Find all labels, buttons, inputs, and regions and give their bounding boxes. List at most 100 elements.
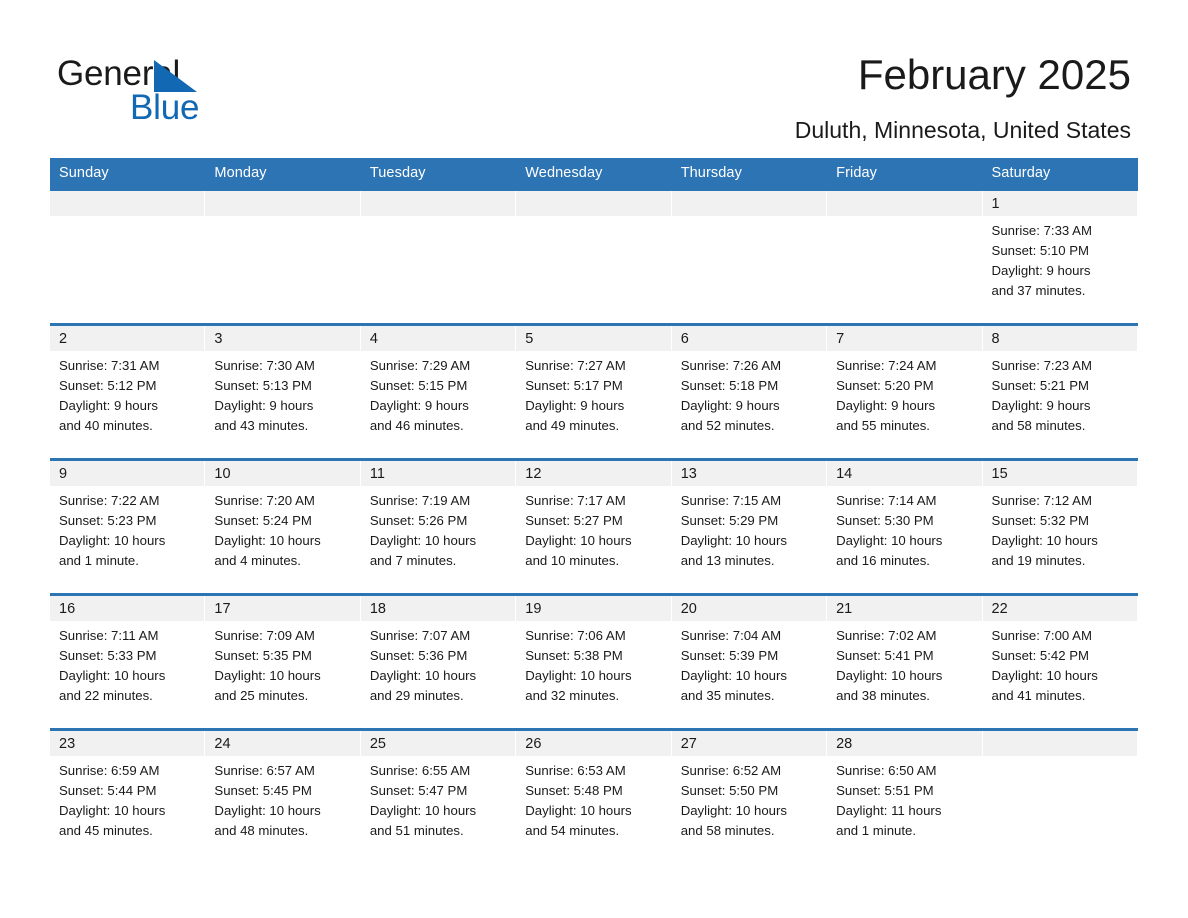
day-number: 28 xyxy=(827,731,983,756)
day-number: 1 xyxy=(982,191,1138,216)
day-cell[interactable] xyxy=(516,188,672,325)
day-cell[interactable] xyxy=(205,188,361,325)
day-cell[interactable] xyxy=(671,188,828,325)
day-cell[interactable]: 21 Sunrise: 7:02 AM Sunset: 5:41 PM Dayli… xyxy=(827,593,983,730)
weekday-header-tuesday: Tuesday xyxy=(360,158,517,190)
generalblue-logo: General Blue xyxy=(57,54,357,134)
day-number: 18 xyxy=(360,596,517,621)
day-cell[interactable]: 6 Sunrise: 7:26 AM Sunset: 5:18 PM Daylig… xyxy=(671,323,828,460)
calendar-week-row: 2 Sunrise: 7:31 AM Sunset: 5:12 PM Daylig… xyxy=(50,323,1138,460)
day-cell[interactable]: 1 Sunrise: 7:33 AM Sunset: 5:10 PM Daylig… xyxy=(982,188,1138,325)
day-cell[interactable]: 25 Sunrise: 6:55 AM Sunset: 5:47 PM Dayli… xyxy=(360,728,517,865)
day-details: Sunrise: 7:20 AM Sunset: 5:24 PM Dayligh… xyxy=(214,493,321,568)
day-details: Sunrise: 7:14 AM Sunset: 5:30 PM Dayligh… xyxy=(836,493,943,568)
day-cell[interactable]: 12 Sunrise: 7:17 AM Sunset: 5:27 PM Dayli… xyxy=(516,458,672,595)
day-number: 22 xyxy=(982,596,1138,621)
day-cell[interactable]: 13 Sunrise: 7:15 AM Sunset: 5:29 PM Dayli… xyxy=(671,458,828,595)
day-details: Sunrise: 7:31 AM Sunset: 5:12 PM Dayligh… xyxy=(59,358,160,433)
day-cell[interactable]: 28 Sunrise: 6:50 AM Sunset: 5:51 PM Dayli… xyxy=(827,728,983,865)
weekday-header-wednesday: Wednesday xyxy=(516,158,672,190)
day-details: Sunrise: 6:55 AM Sunset: 5:47 PM Dayligh… xyxy=(369,763,477,838)
day-cell[interactable]: 9 Sunrise: 7:22 AM Sunset: 5:23 PM Daylig… xyxy=(50,458,206,595)
day-cell[interactable]: 15 Sunrise: 7:12 AM Sunset: 5:32 PM Dayli… xyxy=(982,458,1138,595)
day-details: Sunrise: 7:04 AM Sunset: 5:39 PM Dayligh… xyxy=(680,628,787,703)
weekday-header-monday: Monday xyxy=(205,158,361,190)
calendar-week-row: 1 Sunrise: 7:33 AM Sunset: 5:10 PM Daylig… xyxy=(50,188,1138,325)
weekday-header-saturday: Saturday xyxy=(982,158,1138,190)
day-cell[interactable]: 27 Sunrise: 6:52 AM Sunset: 5:50 PM Dayli… xyxy=(671,728,828,865)
day-cell[interactable]: 8 Sunrise: 7:23 AM Sunset: 5:21 PM Daylig… xyxy=(982,323,1138,460)
day-cell[interactable]: 2 Sunrise: 7:31 AM Sunset: 5:12 PM Daylig… xyxy=(50,323,206,460)
day-number: 13 xyxy=(671,461,828,486)
day-number: 11 xyxy=(360,461,517,486)
day-cell[interactable]: 5 Sunrise: 7:27 AM Sunset: 5:17 PM Daylig… xyxy=(516,323,672,460)
day-details: Sunrise: 7:06 AM Sunset: 5:38 PM Dayligh… xyxy=(525,628,632,703)
day-details xyxy=(516,216,671,221)
day-cell[interactable]: 20 Sunrise: 7:04 AM Sunset: 5:39 PM Dayli… xyxy=(671,593,828,730)
day-number: 26 xyxy=(516,731,672,756)
day-details: Sunrise: 7:02 AM Sunset: 5:41 PM Dayligh… xyxy=(836,628,943,703)
day-details: Sunrise: 7:09 AM Sunset: 5:35 PM Dayligh… xyxy=(214,628,321,703)
day-cell[interactable] xyxy=(360,188,517,325)
day-number: 6 xyxy=(671,326,828,351)
day-cell[interactable]: 19 Sunrise: 7:06 AM Sunset: 5:38 PM Dayli… xyxy=(516,593,672,730)
calendar-week-row: 16 Sunrise: 7:11 AM Sunset: 5:33 PM Dayli… xyxy=(50,593,1138,730)
day-cell[interactable]: 14 Sunrise: 7:14 AM Sunset: 5:30 PM Dayli… xyxy=(827,458,983,595)
day-details: Sunrise: 6:53 AM Sunset: 5:48 PM Dayligh… xyxy=(525,763,632,838)
page-title: February 2025 xyxy=(857,51,1131,98)
calendar-body: 1 Sunrise: 7:33 AM Sunset: 5:10 PM Daylig… xyxy=(50,188,1138,865)
page-header: General Blue February 2025 Duluth, Minne… xyxy=(0,0,1188,158)
day-cell[interactable]: 11 Sunrise: 7:19 AM Sunset: 5:26 PM Dayli… xyxy=(360,458,517,595)
day-cell[interactable]: 26 Sunrise: 6:53 AM Sunset: 5:48 PM Dayli… xyxy=(516,728,672,865)
day-cell[interactable] xyxy=(50,188,206,325)
calendar-week-row: 9 Sunrise: 7:22 AM Sunset: 5:23 PM Daylig… xyxy=(50,458,1138,595)
day-cell[interactable]: 10 Sunrise: 7:20 AM Sunset: 5:24 PM Dayli… xyxy=(205,458,361,595)
day-details: Sunrise: 7:23 AM Sunset: 5:21 PM Dayligh… xyxy=(991,358,1092,433)
day-details xyxy=(361,216,516,221)
day-number xyxy=(982,731,1138,756)
day-number xyxy=(360,191,517,216)
day-cell[interactable] xyxy=(827,188,983,325)
day-cell[interactable]: 23 Sunrise: 6:59 AM Sunset: 5:44 PM Dayli… xyxy=(50,728,206,865)
day-details: Sunrise: 7:19 AM Sunset: 5:26 PM Dayligh… xyxy=(369,493,477,568)
day-number: 23 xyxy=(50,731,206,756)
day-details: Sunrise: 6:52 AM Sunset: 5:50 PM Dayligh… xyxy=(680,763,787,838)
day-cell[interactable]: 16 Sunrise: 7:11 AM Sunset: 5:33 PM Dayli… xyxy=(50,593,206,730)
day-details: Sunrise: 7:15 AM Sunset: 5:29 PM Dayligh… xyxy=(680,493,787,568)
day-cell[interactable]: 24 Sunrise: 6:57 AM Sunset: 5:45 PM Dayli… xyxy=(205,728,361,865)
day-number: 12 xyxy=(516,461,672,486)
day-number: 5 xyxy=(516,326,672,351)
day-details: Sunrise: 7:26 AM Sunset: 5:18 PM Dayligh… xyxy=(680,358,782,433)
day-cell[interactable]: 18 Sunrise: 7:07 AM Sunset: 5:36 PM Dayli… xyxy=(360,593,517,730)
day-number: 14 xyxy=(827,461,983,486)
day-details: Sunrise: 7:11 AM Sunset: 5:33 PM Dayligh… xyxy=(59,628,166,703)
day-details: Sunrise: 7:27 AM Sunset: 5:17 PM Dayligh… xyxy=(525,358,626,433)
day-cell[interactable]: 17 Sunrise: 7:09 AM Sunset: 5:35 PM Dayli… xyxy=(205,593,361,730)
weekday-header-thursday: Thursday xyxy=(671,158,828,190)
day-number: 24 xyxy=(205,731,361,756)
day-details: Sunrise: 7:30 AM Sunset: 5:13 PM Dayligh… xyxy=(214,358,315,433)
day-details xyxy=(50,216,205,221)
day-cell[interactable]: 3 Sunrise: 7:30 AM Sunset: 5:13 PM Daylig… xyxy=(205,323,361,460)
day-details: Sunrise: 7:33 AM Sunset: 5:10 PM Dayligh… xyxy=(991,223,1092,298)
day-number: 2 xyxy=(50,326,206,351)
day-details: Sunrise: 7:24 AM Sunset: 5:20 PM Dayligh… xyxy=(836,358,937,433)
day-cell[interactable]: 22 Sunrise: 7:00 AM Sunset: 5:42 PM Dayli… xyxy=(982,593,1138,730)
day-number: 25 xyxy=(360,731,517,756)
day-number: 15 xyxy=(982,461,1138,486)
day-number: 16 xyxy=(50,596,206,621)
calendar-grid: Sunday Monday Tuesday Wednesday Thursday… xyxy=(50,158,1138,865)
day-number: 3 xyxy=(205,326,361,351)
day-number xyxy=(671,191,828,216)
day-number: 17 xyxy=(205,596,361,621)
day-details: Sunrise: 7:12 AM Sunset: 5:32 PM Dayligh… xyxy=(991,493,1098,568)
day-cell[interactable]: 7 Sunrise: 7:24 AM Sunset: 5:20 PM Daylig… xyxy=(827,323,983,460)
day-cell[interactable] xyxy=(982,728,1138,865)
day-number: 10 xyxy=(205,461,361,486)
day-number: 21 xyxy=(827,596,983,621)
calendar-header-row: Sunday Monday Tuesday Wednesday Thursday… xyxy=(50,158,1138,190)
calendar-page: General Blue February 2025 Duluth, Minne… xyxy=(0,0,1188,918)
page-subtitle-location: Duluth, Minnesota, United States xyxy=(794,117,1131,143)
day-details xyxy=(827,216,982,221)
day-cell[interactable]: 4 Sunrise: 7:29 AM Sunset: 5:15 PM Daylig… xyxy=(360,323,517,460)
